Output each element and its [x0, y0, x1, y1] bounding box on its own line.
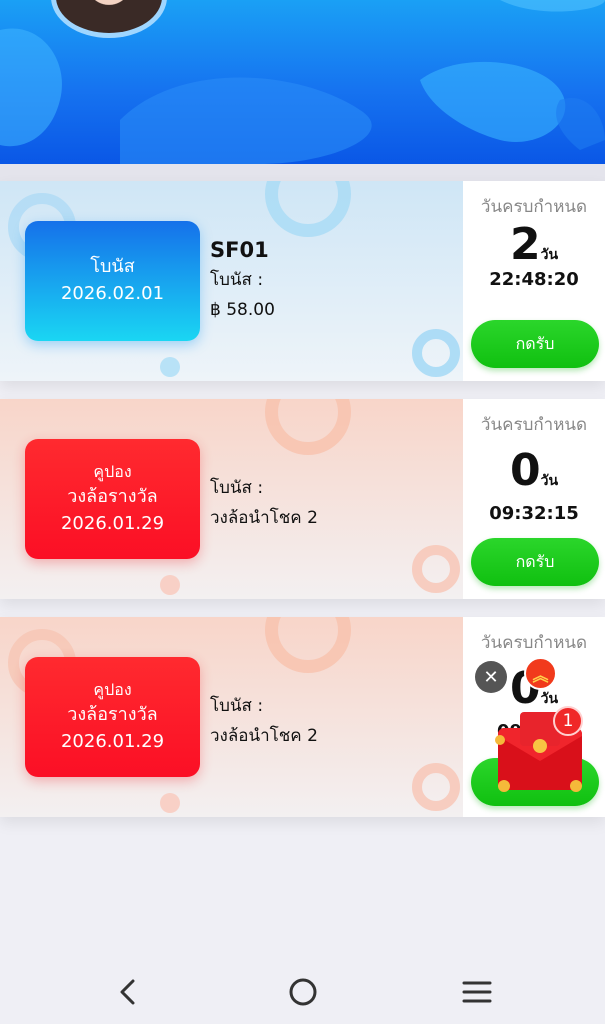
- claim-button[interactable]: กดรับ: [471, 538, 599, 586]
- badge-type: คูปอง: [93, 680, 132, 699]
- card-info: SF01 โบนัส : ฿ 58.00: [210, 235, 275, 325]
- card-due-panel: วันครบกำหนด 2วัน 22:48:20 กดรับ: [463, 181, 605, 381]
- bonus-code: SF01: [210, 238, 269, 262]
- bonus-card: โบนัส 2026.02.01 SF01 โบนัส : ฿ 58.00 วั…: [0, 181, 605, 381]
- badge-date: 2026.01.29: [60, 731, 165, 752]
- badge-title: วงล้อรางวัล: [67, 486, 158, 507]
- back-icon[interactable]: [106, 972, 150, 1012]
- menu-icon[interactable]: [455, 972, 499, 1012]
- card-due-panel: วันครบกำหนด 0วัน 09:32:15 กดรับ: [463, 399, 605, 599]
- ring-decoration: [412, 329, 460, 377]
- countdown-time: 09:32:15: [489, 503, 579, 524]
- bonus-label: โบนัส :: [210, 696, 264, 716]
- ring-decoration: [412, 763, 460, 811]
- bonus-label: โบนัส :: [210, 478, 264, 498]
- coupon-badge: คูปอง วงล้อรางวัล 2026.01.29: [25, 439, 200, 559]
- coupon-card: คูปอง วงล้อรางวัล 2026.01.29 โบนัส : วงล…: [0, 399, 605, 599]
- bonus-value: ฿ 58.00: [210, 300, 275, 320]
- days-number: 0: [509, 445, 541, 496]
- card-body: โบนัส 2026.02.01 SF01 โบนัส : ฿ 58.00: [0, 181, 463, 381]
- countdown-time: 22:48:20: [489, 269, 579, 290]
- badge-title: วงล้อรางวัล: [67, 704, 158, 725]
- ring-decoration: [265, 181, 351, 237]
- bonus-value: วงล้อนำโชค 2: [210, 726, 318, 746]
- days-remaining: 2วัน: [463, 221, 605, 269]
- days-unit: วัน: [540, 473, 559, 489]
- bonus-badge: โบนัส 2026.02.01: [25, 221, 200, 341]
- days-unit: วัน: [540, 691, 559, 707]
- avatar-photo: [56, 0, 162, 33]
- badge-type: คูปอง: [93, 462, 132, 481]
- card-info: โบนัส : วงล้อนำโชค 2: [210, 691, 318, 751]
- card-body: คูปอง วงล้อรางวัล 2026.01.29 โบนัส : วงล…: [0, 399, 463, 599]
- badge-title: โบนัส: [90, 256, 135, 277]
- badge-date: 2026.01.29: [60, 513, 165, 534]
- close-icon[interactable]: ✕: [475, 661, 507, 693]
- days-remaining: 0วัน: [463, 447, 605, 495]
- dot-decoration: [160, 575, 180, 595]
- profile-header: [0, 0, 605, 164]
- notification-badge: 1: [553, 706, 583, 736]
- card-info: โบนัส : วงล้อนำโชค 2: [210, 473, 318, 533]
- due-label: วันครบกำหนด: [480, 415, 588, 435]
- bonus-value: วงล้อนำโชค 2: [210, 508, 318, 528]
- system-nav-bar: [0, 960, 605, 1024]
- days-unit: วัน: [540, 247, 559, 263]
- card-body: คูปอง วงล้อรางวัล 2026.01.29 โบนัส : วงล…: [0, 617, 463, 817]
- ring-decoration: [265, 617, 351, 673]
- ring-decoration: [265, 399, 351, 455]
- divider: [0, 164, 605, 181]
- coupon-badge: คูปอง วงล้อรางวัล 2026.01.29: [25, 657, 200, 777]
- due-label: วันครบกำหนด: [480, 197, 588, 217]
- dot-decoration: [160, 357, 180, 377]
- claim-button[interactable]: กดรับ: [471, 320, 599, 368]
- days-number: 2: [509, 219, 541, 270]
- double-chevron-up-icon[interactable]: ︽: [524, 657, 557, 690]
- bonus-label: โบนัส :: [210, 270, 264, 290]
- dot-decoration: [160, 793, 180, 813]
- home-icon[interactable]: [281, 972, 325, 1012]
- badge-date: 2026.02.01: [60, 283, 165, 304]
- ring-decoration: [412, 545, 460, 593]
- due-label: วันครบกำหนด: [480, 633, 588, 653]
